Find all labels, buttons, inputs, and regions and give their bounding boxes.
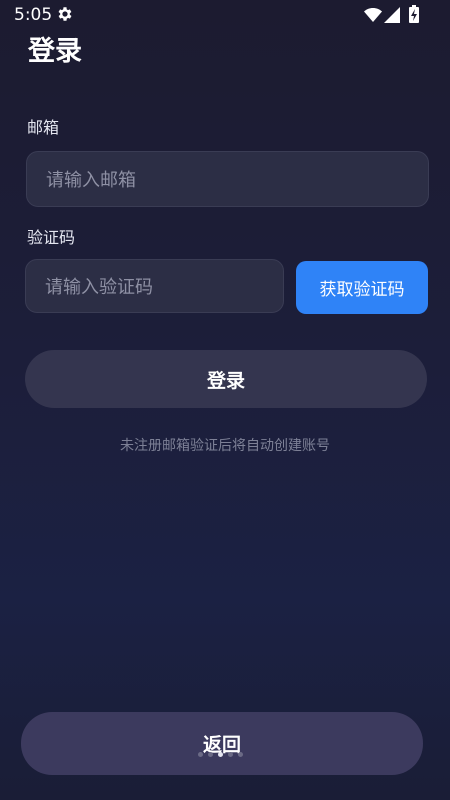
status-bar: 5:05 — [0, 0, 450, 30]
email-label: 邮箱 — [27, 118, 60, 137]
code-input[interactable]: 请输入验证码 — [25, 259, 284, 313]
email-input[interactable]: 请输入邮箱 — [26, 151, 429, 207]
get-code-button[interactable]: 获取验证码 — [296, 261, 428, 314]
page-dot — [228, 752, 233, 757]
settings-icon — [58, 7, 72, 21]
status-time: 5:05 — [14, 5, 53, 25]
email-placeholder: 请输入邮箱 — [46, 170, 136, 191]
page-title: 登录 — [28, 36, 82, 67]
page-dot-active — [218, 752, 223, 757]
page-dot — [198, 752, 203, 757]
back-button[interactable]: 返回 — [21, 712, 423, 775]
battery-icon — [409, 5, 419, 23]
code-placeholder: 请输入验证码 — [45, 277, 153, 298]
login-button[interactable]: 登录 — [25, 350, 427, 408]
wifi-icon — [364, 8, 382, 22]
page-indicator — [198, 752, 248, 760]
auto-register-hint: 未注册邮箱验证后将自动创建账号 — [120, 438, 330, 454]
code-label: 验证码 — [27, 228, 76, 247]
signal-icon — [384, 7, 400, 23]
page-dot — [238, 752, 243, 757]
login-screen: 5:05 登录 邮箱 请输入邮箱 验证码 请输入验证码 获取验证码 登录 未注册… — [0, 0, 450, 800]
page-dot — [208, 752, 213, 757]
